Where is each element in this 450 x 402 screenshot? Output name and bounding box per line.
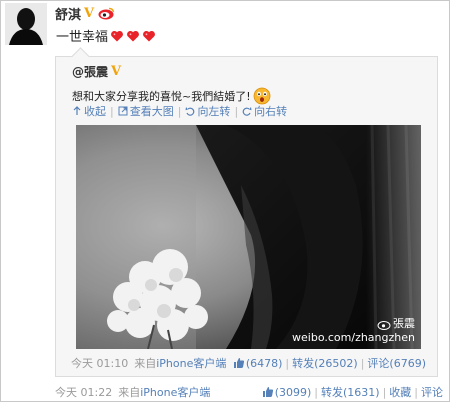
quoted-repost-link[interactable]: 转发(26502) <box>292 355 358 371</box>
quoted-footer: 今天 01:10 来自 iPhone客户端 (6478) | 转发(26502)… <box>71 355 426 371</box>
favorite-link[interactable]: 收藏 <box>389 384 411 400</box>
rotate-left-label: 向左转 <box>197 105 231 118</box>
quoted-source-prefix: 来自 <box>134 357 157 370</box>
post-content: 一世幸福 <box>56 30 109 45</box>
thumbs-up-icon <box>262 387 273 397</box>
comment-link[interactable]: 评论 <box>421 384 443 400</box>
rotate-right-label: 向右转 <box>254 105 288 118</box>
divider: | <box>360 356 365 370</box>
post-source-prefix: 来自 <box>118 386 141 399</box>
verified-badge-icon: V <box>111 64 122 79</box>
weibo-watermark-icon <box>377 320 391 330</box>
post-time[interactable]: 今天 01:22 <box>55 384 112 400</box>
author-name[interactable]: 舒淇 <box>55 4 81 23</box>
quoted-source[interactable]: iPhone客户端 <box>156 355 226 371</box>
quoted-like-count[interactable]: (6478) <box>246 357 283 370</box>
photo-watermark: 張震 weibo.com/zhangzhen <box>292 317 415 345</box>
post-text: 一世幸福 <box>56 26 156 45</box>
quoted-post: @張震 V 想和大家分享我的喜悅~我們結婚了! 收起 | 查看大图 | 向左转 … <box>55 47 438 377</box>
collapse-icon <box>73 106 81 115</box>
view-large-label: 查看大图 <box>129 105 174 118</box>
post-source[interactable]: iPhone客户端 <box>140 384 210 400</box>
divider: | <box>382 385 387 399</box>
quoted-comment-link[interactable]: 评论(6769) <box>367 355 426 371</box>
rotate-right-button[interactable]: 向右转 <box>242 103 287 119</box>
heart-icon <box>127 30 139 41</box>
rotate-left-icon <box>185 107 195 116</box>
quoted-time[interactable]: 今天 01:10 <box>71 355 128 371</box>
quoted-author: @張震 V <box>72 63 121 80</box>
post-actions: (3099) | 转发(1631) | 收藏 | 评论 <box>262 384 443 400</box>
heart-icon <box>111 30 123 41</box>
quoted-author-name[interactable]: @張震 <box>72 63 108 80</box>
avatar[interactable] <box>5 3 47 45</box>
thumbs-up-icon <box>233 358 244 368</box>
repost-link[interactable]: 转发(1631) <box>321 384 380 400</box>
quoted-content: 想和大家分享我的喜悅~我們結婚了! <box>72 90 251 103</box>
divider: | <box>414 385 418 399</box>
rotate-left-button[interactable]: 向左转 <box>185 103 230 119</box>
collapse-button[interactable]: 收起 <box>72 103 106 119</box>
divider: | <box>110 104 114 118</box>
post-author: 舒淇 V <box>55 4 115 23</box>
divider: | <box>314 385 318 399</box>
like-count[interactable]: (3099) <box>275 386 312 399</box>
divider: | <box>177 104 182 118</box>
post-photo[interactable]: 張震 weibo.com/zhangzhen <box>76 125 421 349</box>
image-actions: 收起 | 查看大图 | 向左转 | 向右转 <box>72 103 287 119</box>
zoom-icon <box>118 106 128 116</box>
watermark-url: weibo.com/zhangzhen <box>292 331 415 344</box>
weibo-card: 舒淇 V 一世幸福 @張震 V 想和大家分享我的喜悅~我們結婚了! 收起 | 查… <box>0 0 450 402</box>
weibo-member-icon <box>98 7 115 20</box>
heart-icon <box>143 30 155 41</box>
collapse-label: 收起 <box>84 105 106 118</box>
wedding-photo <box>76 125 421 349</box>
divider: | <box>234 104 239 118</box>
quoted-actions: (6478) | 转发(26502) | 评论(6769) <box>233 355 426 371</box>
view-large-button[interactable]: 查看大图 <box>118 103 174 119</box>
rotate-right-icon <box>242 107 252 116</box>
post-footer: 今天 01:22 来自 iPhone客户端 (3099) | 转发(1631) … <box>55 384 443 400</box>
divider: | <box>285 356 290 370</box>
verified-badge-icon: V <box>84 6 95 21</box>
watermark-user: 張震 <box>393 317 415 330</box>
